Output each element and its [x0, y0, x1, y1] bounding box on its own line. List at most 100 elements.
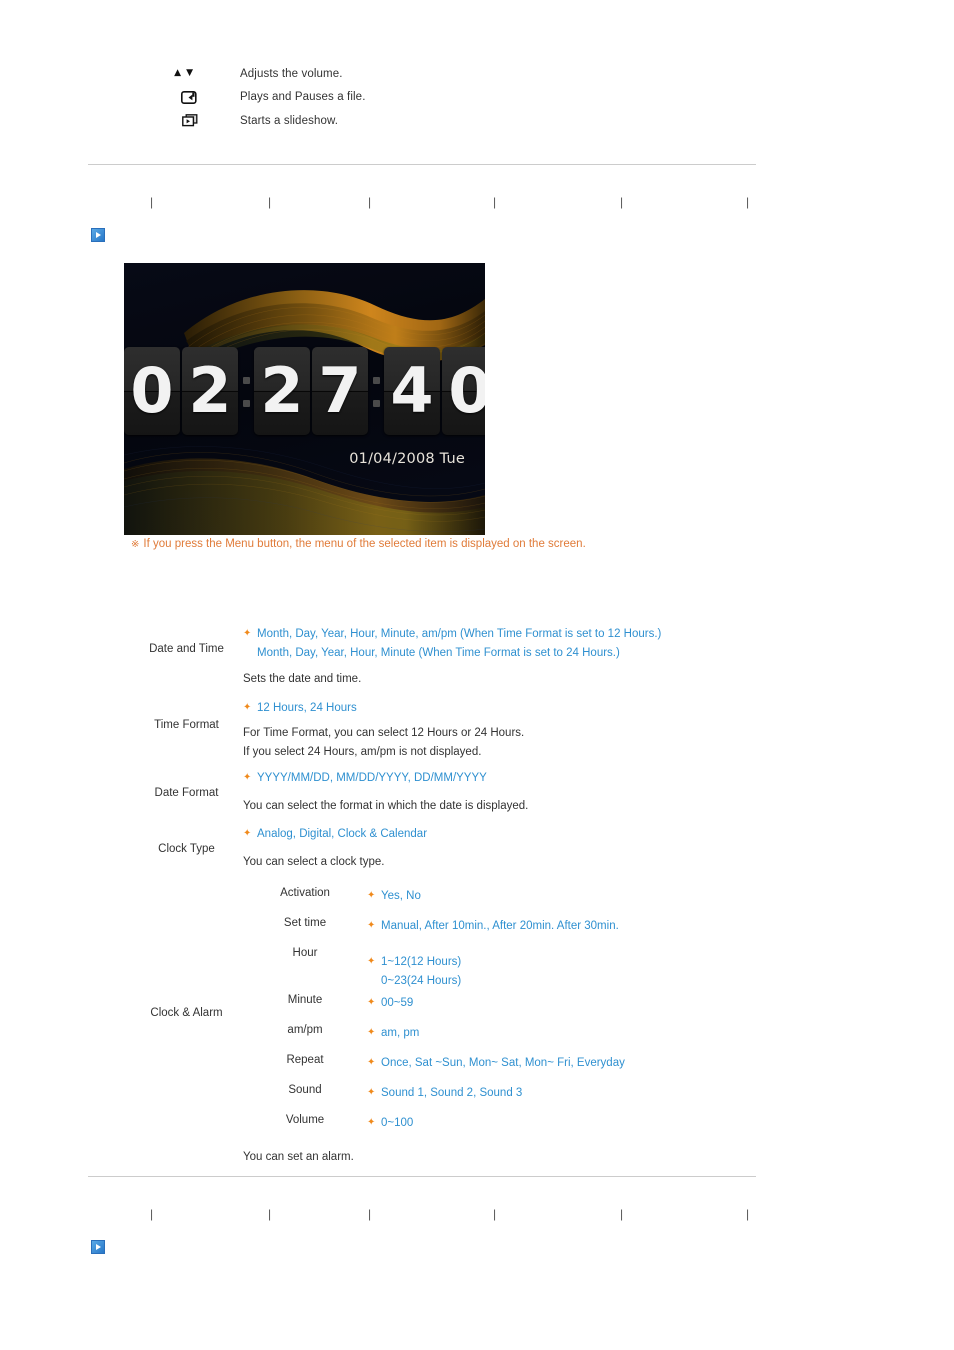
bullet-icon: ✦: [243, 701, 252, 713]
play-pause-icon: [181, 90, 198, 104]
nav-separator: |: [746, 1207, 750, 1221]
legend-text: Starts a slideshow.: [240, 114, 339, 127]
option-value: 1~12(12 Hours): [381, 956, 462, 968]
legend-text: Adjusts the volume.: [240, 67, 343, 80]
settings-row-body: ✦ YYYY/MM/DD, MM/DD/YYYY, DD/MM/YYYY You…: [243, 769, 790, 815]
flip-digit: 2: [254, 347, 310, 435]
alarm-sub-label: Hour: [292, 947, 318, 959]
alarm-sub-values: ✦ 1~12(12 Hours) 0~23(24 Hours): [367, 947, 790, 990]
navigation-bar-bottom: | | | | | |: [88, 1204, 756, 1224]
alarm-sub-label: Minute: [287, 994, 323, 1006]
bullet-icon: ✦: [367, 1057, 376, 1068]
colon-separator: [370, 347, 384, 435]
alarm-sub-values: ✦ Manual, After 10min., After 20min. Aft…: [367, 917, 790, 936]
bullet-icon: ✦: [243, 628, 252, 639]
flip-digit-row: 0 2 2 7 4 0: [124, 347, 485, 435]
alarm-sub-row-volume: Volume ✦ 0~100: [243, 1114, 790, 1144]
option-value: Manual, After 10min., After 20min. After…: [381, 920, 619, 932]
option-value: Yes, No: [381, 890, 421, 902]
alarm-sub-values: ✦ Yes, No: [367, 887, 790, 906]
flip-digit: 7: [312, 347, 368, 435]
slideshow-icon: [182, 114, 198, 127]
up-down-arrows-icon: ▲▼: [174, 68, 198, 79]
option-line: ✦ 00~59: [367, 994, 790, 1013]
option-value: 0~100: [381, 1117, 414, 1129]
alarm-sub-row-activation: Activation ✦ Yes, No: [243, 887, 790, 917]
option-value: am, pm: [381, 1027, 420, 1039]
digit-value: 7: [318, 354, 362, 427]
settings-row-clock-and-alarm: Clock & Alarm Activation ✦ Yes, No Set t…: [130, 887, 790, 1167]
option-line: ✦ Month, Day, Year, Hour, Minute, am/pm …: [243, 625, 790, 644]
bullet-icon: ✦: [367, 1087, 376, 1098]
option-value: 0~23(24 Hours): [381, 974, 462, 987]
nav-separator: |: [268, 1207, 272, 1221]
navigation-bar-top: | | | | | |: [88, 192, 756, 212]
digit-value: 2: [188, 354, 232, 427]
option-value: Month, Day, Year, Hour, Minute, am/pm (W…: [257, 628, 662, 640]
option-description: If you select 24 Hours, am/pm is not dis…: [243, 745, 482, 758]
flip-digit: 0: [124, 347, 180, 435]
option-description: You can select the format in which the d…: [243, 799, 529, 812]
digit-value: 0: [130, 354, 174, 427]
alarm-sub-values: ✦ 0~100: [367, 1114, 790, 1133]
nav-separator: |: [368, 1207, 372, 1221]
option-description: For Time Format, you can select 12 Hours…: [243, 727, 525, 739]
option-line: ✦ Once, Sat ~Sun, Mon~ Sat, Mon~ Fri, Ev…: [367, 1054, 790, 1073]
nav-separator: |: [368, 195, 372, 209]
option-value: 12 Hours, 24 Hours: [257, 701, 357, 714]
legend-row: ▲▼ Adjusts the volume.: [130, 62, 690, 86]
legend-text: Plays and Pauses a file.: [240, 91, 366, 104]
settings-row-label: Clock & Alarm: [150, 1007, 223, 1019]
settings-table: Date and Time ✦ Month, Day, Year, Hour, …: [130, 625, 790, 1167]
bullet-icon: ✦: [367, 997, 376, 1008]
bullet-icon: ✦: [367, 1117, 376, 1128]
alarm-sub-values: ✦ am, pm: [367, 1024, 790, 1043]
option-line: ✦ Yes, No: [367, 887, 790, 906]
section-arrow-icon[interactable]: [91, 228, 105, 242]
option-line: ✦ 12 Hours, 24 Hours: [243, 699, 790, 718]
alarm-sub-label: Volume: [285, 1114, 325, 1126]
note-text: ※ If you press the Menu button, the menu …: [131, 538, 586, 550]
settings-row-body: ✦ Month, Day, Year, Hour, Minute, am/pm …: [243, 625, 790, 689]
bullet-icon: ✦: [367, 920, 376, 931]
nav-separator: |: [268, 195, 272, 209]
legend-icon-cell: [130, 114, 208, 127]
bullet-icon: ✦: [243, 828, 252, 839]
manual-page: ▲▼ Adjusts the volume. Plays and Pauses …: [0, 0, 954, 1350]
bullet-icon: ✦: [367, 956, 376, 967]
nav-separator: |: [150, 1207, 154, 1221]
settings-row-label: Date and Time: [149, 643, 224, 655]
digit-value: 0: [448, 354, 485, 427]
nav-separator: |: [746, 195, 750, 209]
option-value: Once, Sat ~Sun, Mon~ Sat, Mon~ Fri, Ever…: [381, 1057, 625, 1069]
option-line: ✦ Analog, Digital, Clock & Calendar: [243, 825, 790, 844]
legend-icon-cell: [130, 90, 208, 104]
option-value: Month, Day, Year, Hour, Minute (When Tim…: [257, 646, 620, 659]
option-line: Month, Day, Year, Hour, Minute (When Tim…: [243, 644, 790, 663]
settings-row-body: ✦ Analog, Digital, Clock & Calendar You …: [243, 825, 790, 871]
option-value: Analog, Digital, Clock & Calendar: [257, 828, 428, 840]
alarm-sub-label: Activation: [280, 887, 330, 899]
alarm-sub-values: ✦ Sound 1, Sound 2, Sound 3: [367, 1084, 790, 1103]
flip-digit: 4: [384, 347, 440, 435]
settings-row-label: Clock Type: [158, 843, 215, 855]
colon-separator: [240, 347, 254, 435]
option-line: ✦ YYYY/MM/DD, MM/DD/YYYY, DD/MM/YYYY: [243, 769, 790, 788]
settings-row-label: Date Format: [154, 787, 219, 799]
bullet-icon: ✦: [367, 890, 376, 901]
digit-value: 2: [260, 354, 304, 427]
legend-icon-cell: ▲▼: [130, 69, 208, 78]
option-description: Sets the date and time.: [243, 673, 362, 685]
option-line: 0~23(24 Hours): [367, 972, 790, 991]
section-arrow-icon[interactable]: [91, 1240, 105, 1254]
option-line: ✦ Sound 1, Sound 2, Sound 3: [367, 1084, 790, 1103]
divider-top: [88, 164, 756, 165]
alarm-sub-label: Repeat: [286, 1054, 324, 1066]
alarm-sub-row-repeat: Repeat ✦ Once, Sat ~Sun, Mon~ Sat, Mon~ …: [243, 1054, 790, 1084]
settings-row-date-format: Date Format ✦ YYYY/MM/DD, MM/DD/YYYY, DD…: [130, 769, 790, 817]
digital-flip-clock-preview: 0 2 2 7 4 0 01/04/2008 Tue: [124, 263, 485, 535]
alarm-sub-label: Set time: [283, 917, 327, 929]
nav-separator: |: [620, 195, 624, 209]
settings-row-date-and-time: Date and Time ✦ Month, Day, Year, Hour, …: [130, 625, 790, 689]
alarm-sub-row-minute: Minute ✦ 00~59: [243, 994, 790, 1024]
